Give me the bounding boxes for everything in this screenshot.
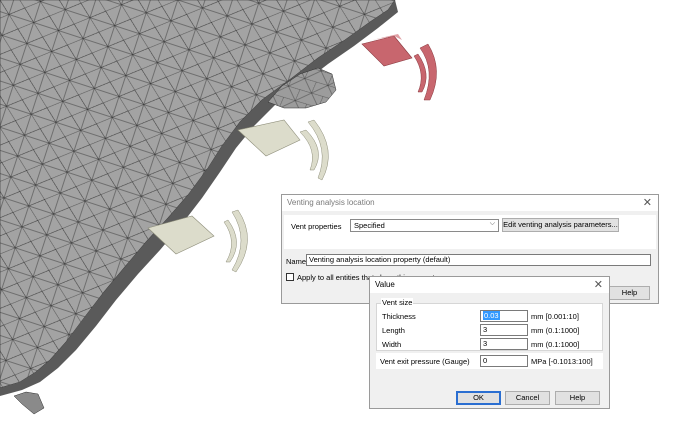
chevron-down-icon: ⌵ bbox=[489, 220, 495, 227]
name-field[interactable]: Venting analysis location property (defa… bbox=[306, 254, 651, 266]
thickness-label: Thickness bbox=[382, 312, 416, 321]
width-field[interactable]: 3 bbox=[480, 338, 528, 350]
apply-all-checkbox[interactable] bbox=[286, 273, 294, 281]
width-unit: mm (0.1:1000] bbox=[531, 340, 580, 349]
venting-help-button[interactable]: Help bbox=[609, 286, 650, 300]
vent-exit-pressure-label: Vent exit pressure (Gauge) bbox=[380, 357, 470, 366]
venting-dialog-title: Venting analysis location bbox=[287, 198, 375, 207]
vent-properties-select[interactable]: Specified ⌵ bbox=[350, 219, 499, 232]
vent-properties-value: Specified bbox=[354, 221, 385, 230]
edit-venting-parameters-button[interactable]: Edit venting analysis parameters... bbox=[502, 218, 619, 232]
vent-size-group-label: Vent size bbox=[381, 298, 414, 307]
vent-exit-pressure-unit: MPa [-0.1013:100] bbox=[531, 357, 593, 366]
cancel-button[interactable]: Cancel bbox=[505, 391, 550, 405]
mesh-bottom-tab bbox=[13, 391, 45, 415]
name-label: Name bbox=[286, 257, 307, 266]
vent-marker-red bbox=[361, 34, 437, 101]
length-field[interactable]: 3 bbox=[480, 324, 528, 336]
length-label: Length bbox=[382, 326, 405, 335]
close-icon[interactable]: ✕ bbox=[594, 278, 603, 291]
value-help-button[interactable]: Help bbox=[555, 391, 600, 405]
ok-button[interactable]: OK bbox=[456, 391, 501, 405]
length-unit: mm (0.1:1000] bbox=[531, 326, 580, 335]
vent-properties-label: Vent properties bbox=[291, 222, 342, 231]
thickness-field[interactable]: 0.03 bbox=[480, 310, 528, 322]
venting-dialog-titlebar[interactable]: Venting analysis location ✕ bbox=[282, 195, 658, 211]
close-icon[interactable]: ✕ bbox=[643, 196, 652, 209]
thickness-unit: mm [0.001:10] bbox=[531, 312, 579, 321]
vent-exit-pressure-field[interactable]: 0 bbox=[480, 355, 528, 367]
width-label: Width bbox=[382, 340, 402, 349]
thickness-value: 0.03 bbox=[483, 311, 500, 320]
value-dialog: Value ✕ Vent size Thickness 0.03 mm [0.0… bbox=[369, 276, 610, 409]
vent-marker-middle bbox=[237, 119, 329, 181]
value-dialog-titlebar[interactable]: Value ✕ bbox=[370, 277, 609, 293]
value-dialog-title: Value bbox=[375, 280, 395, 289]
